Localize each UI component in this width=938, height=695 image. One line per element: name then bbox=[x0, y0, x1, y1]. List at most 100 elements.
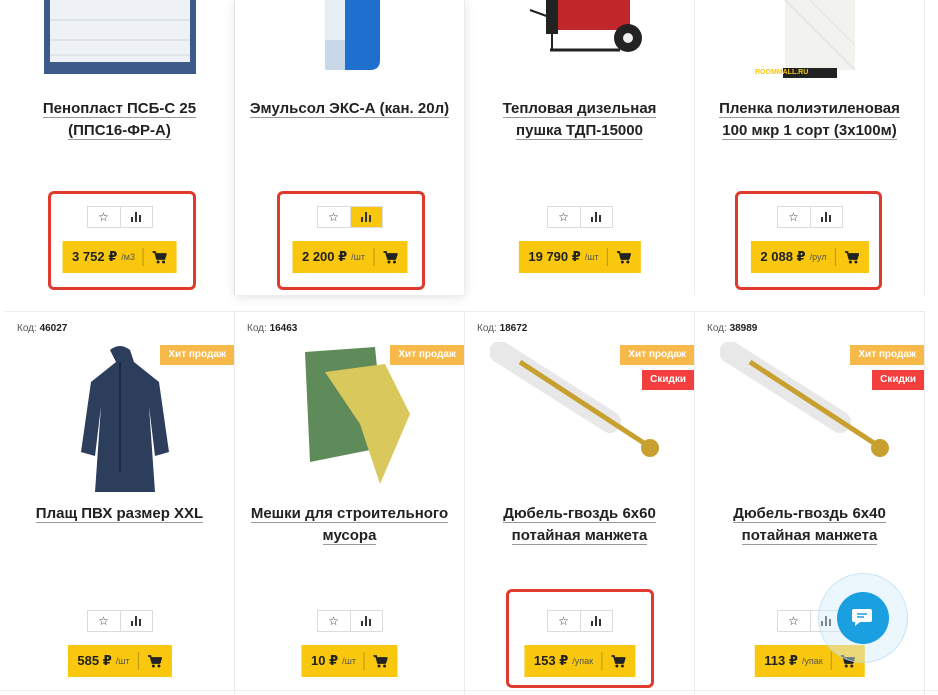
star-icon: ☆ bbox=[98, 614, 109, 628]
compare-button[interactable] bbox=[579, 207, 612, 227]
product-actions: ☆ bbox=[776, 206, 843, 228]
add-to-cart-button[interactable]: 2 200 ₽ /шт bbox=[291, 241, 408, 273]
star-icon: ☆ bbox=[558, 210, 569, 224]
price-unit: /м3 bbox=[121, 252, 135, 262]
star-icon: ☆ bbox=[98, 210, 109, 224]
product-title[interactable]: Пленка полиэтиленовая 100 мкр 1 сорт (3х… bbox=[709, 98, 910, 142]
divider bbox=[834, 248, 836, 266]
chat-widget-button[interactable] bbox=[818, 573, 908, 663]
divider bbox=[373, 248, 375, 266]
product-title[interactable]: Плащ ПВХ размер XXL bbox=[19, 503, 220, 525]
product-title[interactable]: Мешки для строительного мусора bbox=[249, 503, 450, 547]
price: 585 ₽ bbox=[77, 653, 112, 668]
product-title[interactable]: Тепловая дизельная пушка ТДП-15000 bbox=[479, 98, 680, 142]
bar-chart-icon bbox=[360, 616, 371, 626]
favorite-button[interactable]: ☆ bbox=[778, 611, 810, 631]
product-image[interactable] bbox=[5, 342, 234, 492]
product-title[interactable]: Дюбель-гвоздь 6х40 потайная манжета bbox=[709, 503, 910, 547]
compare-button[interactable] bbox=[119, 611, 152, 631]
star-icon: ☆ bbox=[328, 614, 339, 628]
add-to-cart-button[interactable]: 153 ₽ /упак bbox=[523, 645, 636, 677]
product-image[interactable] bbox=[695, 342, 924, 492]
favorite-button[interactable]: ☆ bbox=[548, 611, 580, 631]
product-image[interactable] bbox=[5, 0, 234, 82]
product-title[interactable]: Эмульсол ЭКС-А (кан. 20л) bbox=[249, 98, 450, 120]
cart-icon bbox=[844, 250, 859, 264]
compare-button[interactable] bbox=[579, 611, 612, 631]
price-unit: /шт bbox=[584, 252, 599, 262]
product-title[interactable]: Пенопласт ПСБ-С 25 (ППС16-ФР-А) bbox=[19, 98, 220, 142]
price-unit: /упак bbox=[801, 656, 823, 666]
divider bbox=[601, 652, 603, 670]
product-image[interactable] bbox=[465, 0, 694, 82]
favorite-button[interactable]: ☆ bbox=[318, 611, 350, 631]
price-unit: /шт bbox=[351, 252, 366, 262]
bar-chart-icon bbox=[590, 212, 601, 222]
star-icon: ☆ bbox=[788, 614, 799, 628]
divider bbox=[137, 652, 139, 670]
cart-icon bbox=[152, 250, 167, 264]
product-code: Код: 18672 bbox=[477, 323, 528, 334]
product-card: Код: 46027 Хит продаж Плащ ПВХ размер XX… bbox=[5, 311, 235, 695]
compare-button[interactable] bbox=[119, 207, 152, 227]
star-icon: ☆ bbox=[328, 210, 339, 224]
product-code: Код: 38989 bbox=[707, 323, 758, 334]
product-actions: ☆ bbox=[316, 610, 383, 632]
favorite-button[interactable]: ☆ bbox=[318, 207, 350, 227]
bar-chart-icon bbox=[820, 212, 831, 222]
product-image[interactable]: ROOMMALL.RU bbox=[695, 0, 924, 82]
film-brand-label: ROOMMALL.RU bbox=[755, 69, 809, 76]
product-actions: ☆ bbox=[546, 206, 613, 228]
compare-button[interactable] bbox=[349, 207, 382, 227]
bar-chart-icon bbox=[360, 212, 371, 222]
add-to-cart-button[interactable]: 10 ₽ /шт bbox=[301, 645, 398, 677]
price-unit: /упак bbox=[572, 656, 594, 666]
product-card: Код: 18672 Хит продаж Скидки Дюбель-гвоз… bbox=[465, 311, 695, 695]
favorite-button[interactable]: ☆ bbox=[778, 207, 810, 227]
cart-icon bbox=[616, 250, 631, 264]
favorite-button[interactable]: ☆ bbox=[88, 207, 120, 227]
price: 153 ₽ bbox=[533, 653, 569, 668]
cart-icon bbox=[147, 654, 162, 668]
product-actions: ☆ bbox=[86, 610, 153, 632]
product-card: Пенопласт ПСБ-С 25 (ППС16-ФР-А) ☆ 3 752 … bbox=[5, 0, 235, 295]
product-title[interactable]: Дюбель-гвоздь 6х60 потайная манжета bbox=[479, 503, 680, 547]
divider bbox=[363, 652, 365, 670]
price: 3 752 ₽ bbox=[72, 249, 118, 264]
product-actions: ☆ bbox=[546, 610, 613, 632]
divider bbox=[0, 690, 938, 691]
star-icon: ☆ bbox=[788, 210, 799, 224]
price: 2 088 ₽ bbox=[760, 249, 806, 264]
bar-chart-icon bbox=[590, 616, 601, 626]
divider bbox=[830, 652, 832, 670]
cart-icon bbox=[373, 654, 388, 668]
add-to-cart-button[interactable]: 3 752 ₽ /м3 bbox=[62, 241, 177, 273]
price: 10 ₽ bbox=[311, 653, 339, 668]
product-image[interactable] bbox=[235, 342, 464, 492]
bar-chart-icon bbox=[130, 616, 141, 626]
price-unit: /шт bbox=[115, 656, 130, 666]
compare-button[interactable] bbox=[349, 611, 382, 631]
chat-bubble-icon bbox=[837, 592, 889, 644]
add-to-cart-button[interactable]: 19 790 ₽ /шт bbox=[518, 241, 641, 273]
price-unit: /рул bbox=[809, 252, 827, 262]
product-image[interactable] bbox=[465, 342, 694, 492]
product-code: Код: 46027 bbox=[17, 323, 68, 334]
add-to-cart-button[interactable]: 585 ₽ /шт bbox=[67, 645, 172, 677]
price: 113 ₽ bbox=[764, 653, 798, 668]
product-card: Код: 16463 Хит продаж Мешки для строител… bbox=[235, 311, 465, 695]
bar-chart-icon bbox=[130, 212, 141, 222]
price: 2 200 ₽ bbox=[301, 249, 348, 264]
star-icon: ☆ bbox=[558, 614, 569, 628]
price-unit: /шт bbox=[342, 656, 356, 666]
product-actions: ☆ bbox=[316, 206, 383, 228]
product-card: Тепловая дизельная пушка ТДП-15000 ☆ 19 … bbox=[465, 0, 695, 295]
price: 19 790 ₽ bbox=[528, 249, 581, 264]
product-card: ROOMMALL.RU Пленка полиэтиленовая 100 мк… bbox=[695, 0, 925, 295]
add-to-cart-button[interactable]: 2 088 ₽ /рул bbox=[750, 241, 869, 273]
favorite-button[interactable]: ☆ bbox=[88, 611, 120, 631]
product-image[interactable] bbox=[235, 0, 464, 82]
compare-button[interactable] bbox=[809, 207, 842, 227]
favorite-button[interactable]: ☆ bbox=[548, 207, 580, 227]
cart-icon bbox=[383, 250, 398, 264]
